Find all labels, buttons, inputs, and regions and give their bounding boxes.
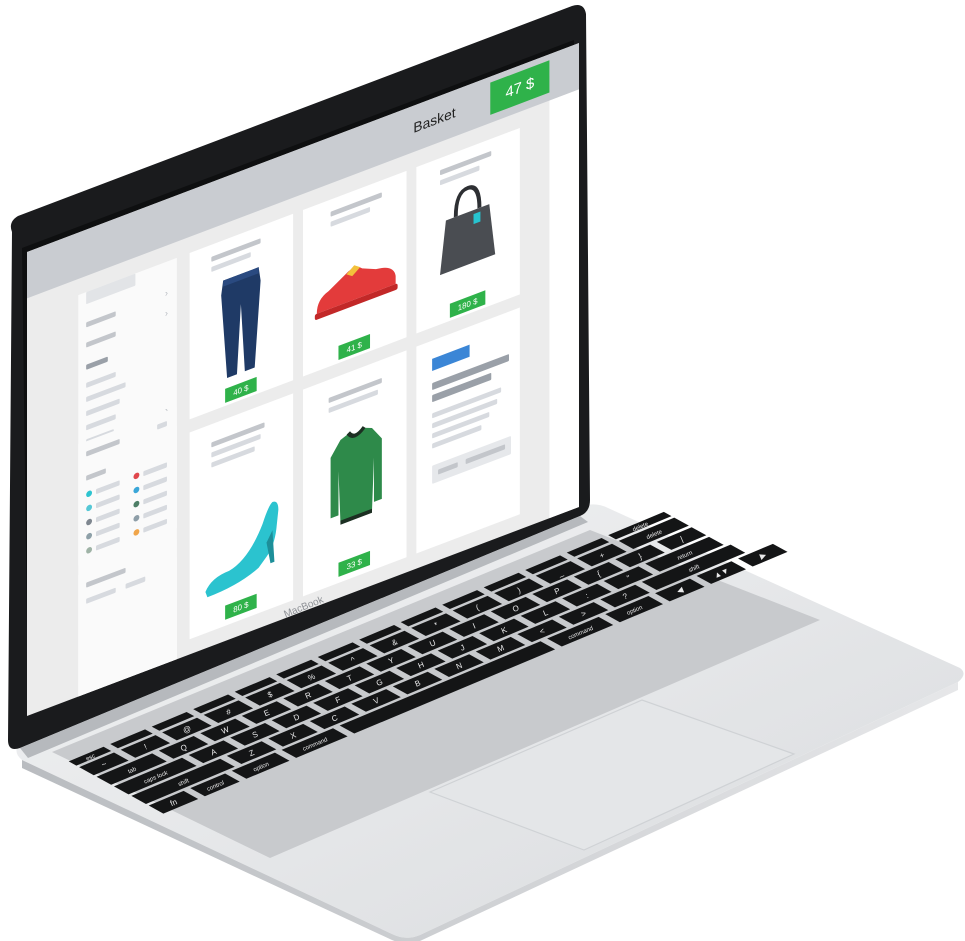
jeans-image: [221, 267, 261, 378]
color-swatch[interactable]: [86, 531, 93, 541]
color-swatch[interactable]: [133, 528, 140, 537]
color-label: [143, 504, 167, 519]
price-tag: 80 $: [225, 593, 257, 620]
chevron-right-icon[interactable]: ›: [165, 287, 168, 298]
product-card-sweater[interactable]: 33 $: [302, 350, 407, 597]
color-swatch[interactable]: [86, 503, 93, 513]
color-label: [95, 494, 120, 509]
color-swatch[interactable]: [133, 485, 140, 495]
color-label: [95, 522, 120, 537]
product-card-jeans[interactable]: 40 $: [189, 213, 294, 420]
color-swatch[interactable]: [86, 489, 93, 498]
color-swatch[interactable]: [133, 514, 140, 523]
basket-label[interactable]: Basket: [413, 104, 455, 136]
color-swatch[interactable]: [86, 517, 93, 527]
sneaker-image: [314, 265, 398, 320]
color-label: [143, 490, 167, 505]
color-swatch[interactable]: [133, 499, 140, 509]
promo-card: [416, 307, 520, 554]
handbag-image: [440, 185, 496, 276]
color-swatch[interactable]: [133, 471, 140, 481]
product-card-high-heel[interactable]: 80 $: [189, 393, 294, 640]
price-tag: 33 $: [338, 550, 371, 577]
product-card-sneaker[interactable]: 41 $: [302, 170, 407, 377]
promo-button[interactable]: [432, 344, 470, 371]
color-label: [95, 536, 120, 551]
color-swatch[interactable]: [86, 546, 93, 555]
color-label: [143, 462, 167, 477]
sweater-image: [330, 425, 382, 525]
color-label: [95, 508, 120, 523]
color-label: [95, 480, 120, 495]
high-heel-image: [205, 501, 279, 598]
chevron-right-icon[interactable]: ›: [165, 308, 168, 319]
product-card-handbag[interactable]: 180 $: [416, 127, 520, 334]
right-margin: [549, 89, 579, 519]
color-label: [143, 518, 167, 533]
color-label: [143, 476, 167, 491]
